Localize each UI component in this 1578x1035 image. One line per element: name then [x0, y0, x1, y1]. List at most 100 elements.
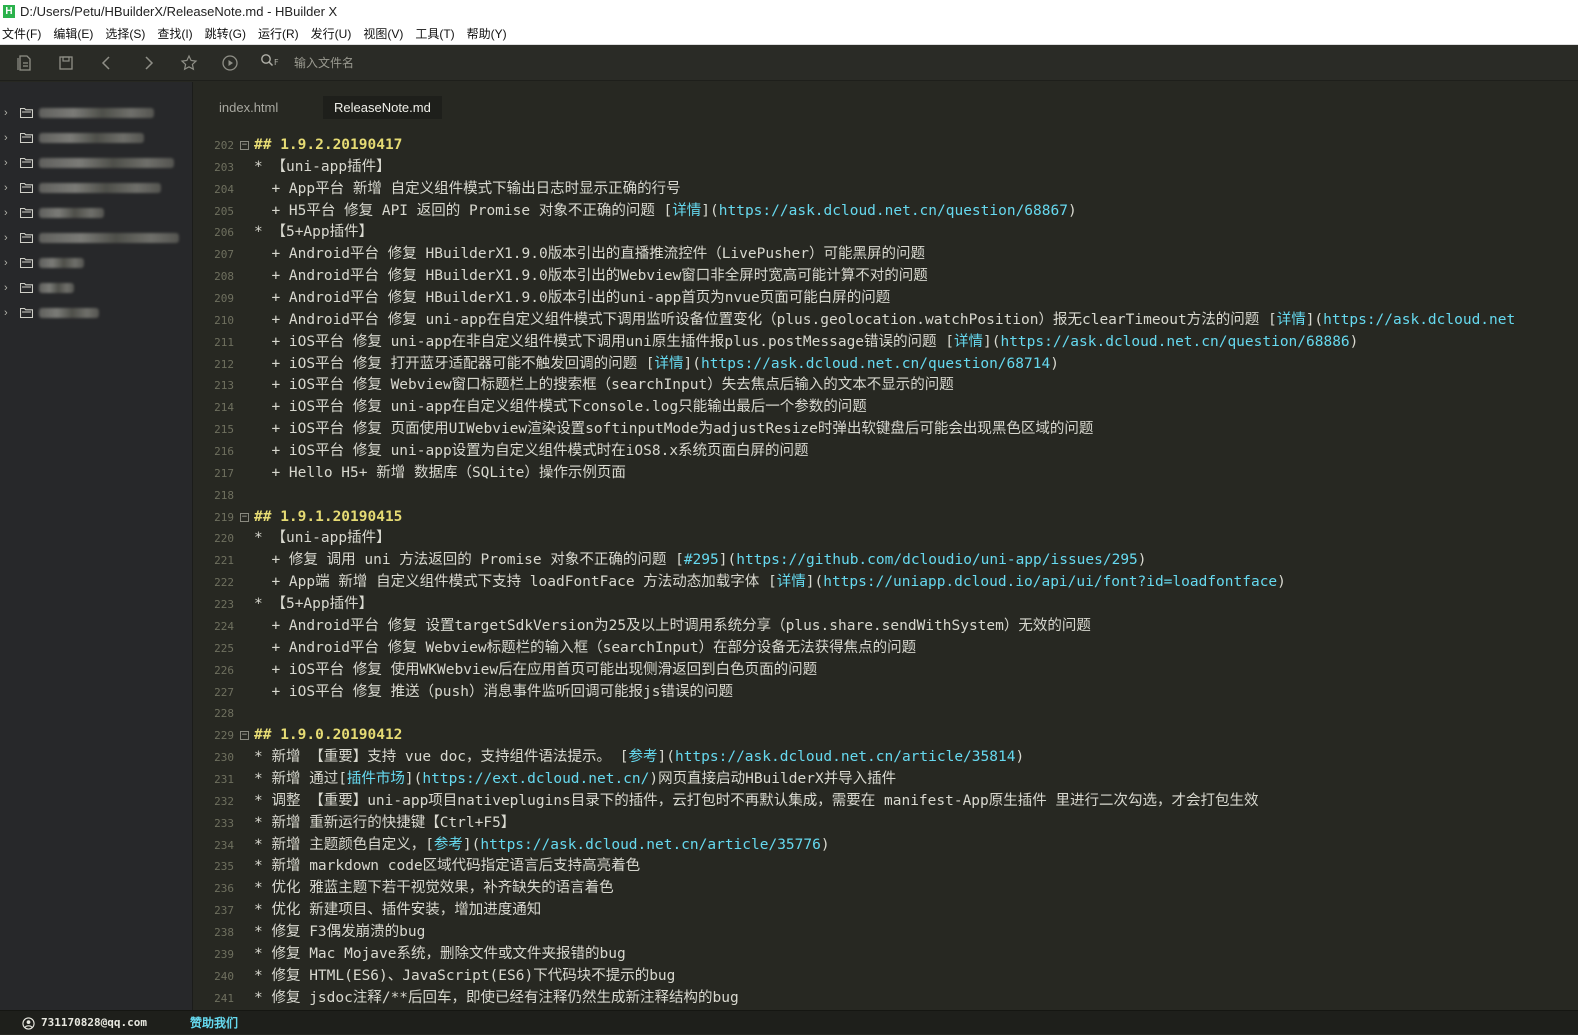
markdown-link-text: 详情: [672, 202, 702, 219]
forward-icon[interactable]: [136, 51, 160, 75]
project-folder[interactable]: ›: [0, 100, 192, 125]
code-line[interactable]: 233 * 新增 重新运行的快捷键【Ctrl+F5】: [194, 813, 1578, 835]
code-line[interactable]: 202− ## 1.9.2.20190417: [194, 135, 1578, 157]
code-line[interactable]: 234 * 新增 主题颜色自定义，[参考](https://ask.dcloud.…: [194, 835, 1578, 857]
code-line[interactable]: 209 + Android平台 修复 HBuilderX1.9.0版本引出的un…: [194, 288, 1578, 310]
code-line[interactable]: 217 + Hello H5+ 新增 数据库（SQLite）操作示例页面: [194, 463, 1578, 485]
bookmark-star-icon[interactable]: [177, 51, 201, 75]
run-icon[interactable]: [218, 51, 242, 75]
code-line[interactable]: 215 + iOS平台 修复 页面使用UIWebview渲染设置softinpu…: [194, 419, 1578, 441]
line-text: + iOS平台 修复 使用WKWebview后在应用首页可能出现侧滑返回到白色页…: [254, 660, 817, 682]
code-line[interactable]: 236 * 优化 雅蓝主题下若干视觉效果，补齐缺失的语言着色: [194, 878, 1578, 900]
code-line[interactable]: 241 * 修复 jsdoc注释/**后回车，即使已经有注释仍然生成新注释结构的b…: [194, 988, 1578, 1010]
hbuilder-logo-icon: H: [3, 5, 15, 18]
tab-index-html[interactable]: index.html: [208, 96, 289, 119]
code-line[interactable]: 211 + iOS平台 修复 uni-app在非自定义组件模式下调用uni原生插…: [194, 332, 1578, 354]
code-line[interactable]: 213 + iOS平台 修复 Webview窗口标题栏上的搜索框（searchI…: [194, 375, 1578, 397]
tab-releasenote-md[interactable]: ReleaseNote.md: [323, 96, 442, 119]
code-editor[interactable]: 202− ## 1.9.2.20190417 203 * 【uni-app插件】 204…: [194, 124, 1578, 1010]
line-number: 216: [214, 445, 234, 459]
line-text: + App端 新增 自定义组件模式下支持 loadFontFace 方法动态加载…: [254, 572, 1285, 594]
chevron-right-icon[interactable]: ›: [4, 207, 16, 219]
code-line[interactable]: 207 + Android平台 修复 HBuilderX1.9.0版本引出的直播…: [194, 244, 1578, 266]
code-line[interactable]: 228: [194, 703, 1578, 725]
code-line[interactable]: 235 * 新增 markdown code区域代码指定语言后支持高亮着色: [194, 856, 1578, 878]
text-segment: + iOS平台 修复 使用WKWebview后在应用首页可能出现侧滑返回到白色页…: [254, 661, 818, 678]
chevron-right-icon[interactable]: ›: [4, 282, 16, 294]
project-folder[interactable]: ›: [0, 200, 192, 225]
fold-toggle-icon[interactable]: −: [240, 512, 249, 522]
code-line[interactable]: 219− ## 1.9.1.20190415: [194, 507, 1578, 529]
menu-item[interactable]: 文件(F): [0, 23, 49, 44]
chevron-right-icon[interactable]: ›: [4, 182, 16, 194]
fold-toggle-icon[interactable]: −: [240, 731, 249, 741]
file-search-icon[interactable]: F: [260, 53, 282, 72]
project-folder[interactable]: ›: [0, 250, 192, 275]
menu-item[interactable]: 查找(I): [155, 23, 200, 44]
chevron-right-icon[interactable]: ›: [4, 107, 16, 119]
menu-item[interactable]: 工具(T): [413, 23, 462, 44]
save-icon[interactable]: [54, 51, 78, 75]
code-line[interactable]: 237 * 优化 新建项目、插件安装，增加进度通知: [194, 900, 1578, 922]
code-line[interactable]: 206 * 【5+App插件】: [194, 222, 1578, 244]
markdown-link-url: https://ask.dcloud.net.cn/question/68714: [701, 355, 1051, 372]
code-line[interactable]: 218: [194, 485, 1578, 507]
file-search-input[interactable]: [292, 54, 692, 71]
back-icon[interactable]: [95, 51, 119, 75]
code-line[interactable]: 216 + iOS平台 修复 uni-app设置为自定义组件模式时在iOS8.x…: [194, 441, 1578, 463]
code-line[interactable]: 223 * 【5+App插件】: [194, 594, 1578, 616]
code-line[interactable]: 222 + App端 新增 自定义组件模式下支持 loadFontFace 方法…: [194, 572, 1578, 594]
line-text: ## 1.9.0.20190412: [254, 725, 402, 747]
line-text: + H5平台 修复 API 返回的 Promise 对象不正确的问题 [详情](…: [254, 201, 1076, 223]
code-line[interactable]: 229− ## 1.9.0.20190412: [194, 725, 1578, 747]
line-number: 209: [214, 292, 234, 306]
new-file-icon[interactable]: [13, 51, 37, 75]
code-line[interactable]: 204 + App平台 新增 自定义组件模式下输出日志时显示正确的行号: [194, 179, 1578, 201]
menu-item[interactable]: 编辑(E): [51, 23, 101, 44]
project-folder-name: [39, 232, 179, 243]
chevron-right-icon[interactable]: ›: [4, 257, 16, 269]
chevron-right-icon[interactable]: ›: [4, 132, 16, 144]
code-line[interactable]: 239 * 修复 Mac Mojave系统，删除文件或文件夹报错的bug: [194, 944, 1578, 966]
project-folder[interactable]: ›: [0, 125, 192, 150]
code-line[interactable]: 220 * 【uni-app插件】: [194, 528, 1578, 550]
text-segment: * 优化 新建项目、插件安装，增加进度通知: [254, 902, 542, 919]
code-line[interactable]: 238 * 修复 F3偶发崩溃的bug: [194, 922, 1578, 944]
chevron-right-icon[interactable]: ›: [4, 232, 16, 244]
code-line[interactable]: 205 + H5平台 修复 API 返回的 Promise 对象不正确的问题 […: [194, 201, 1578, 223]
fold-toggle-icon[interactable]: −: [240, 141, 249, 150]
line-text: * 优化 雅蓝主题下若干视觉效果，补齐缺失的语言着色: [254, 878, 614, 900]
menu-item[interactable]: 帮助(Y): [465, 23, 515, 44]
project-folder[interactable]: ›: [0, 175, 192, 200]
menu-item[interactable]: 发行(U): [309, 23, 360, 44]
code-line[interactable]: 221 + 修复 调用 uni 方法返回的 Promise 对象不正确的问题 […: [194, 550, 1578, 572]
code-line[interactable]: 203 * 【uni-app插件】: [194, 157, 1578, 179]
code-line[interactable]: 226 + iOS平台 修复 使用WKWebview后在应用首页可能出现侧滑返回…: [194, 660, 1578, 682]
code-line[interactable]: 231 * 新增 通过[插件市场](https://ext.dcloud.net.…: [194, 769, 1578, 791]
menu-item[interactable]: 跳转(G): [203, 23, 254, 44]
code-line[interactable]: 232 * 调整 【重要】uni-app项目nativeplugins目录下的插件…: [194, 791, 1578, 813]
code-line[interactable]: 240 * 修复 HTML(ES6)、JavaScript(ES6)下代码块不提示…: [194, 966, 1578, 988]
project-folder[interactable]: ›: [0, 225, 192, 250]
project-folder[interactable]: ›: [0, 300, 192, 325]
account-status[interactable]: 731170828@qq.com: [22, 1011, 147, 1035]
code-line[interactable]: 208 + Android平台 修复 HBuilderX1.9.0版本引出的We…: [194, 266, 1578, 288]
menu-item[interactable]: 运行(R): [256, 23, 307, 44]
line-number: 213: [214, 379, 234, 393]
menu-item[interactable]: 视图(V): [361, 23, 411, 44]
code-line[interactable]: 224 + Android平台 修复 设置targetSdkVersion为25…: [194, 616, 1578, 638]
code-line[interactable]: 230 * 新增 【重要】支持 vue doc，支持组件语法提示。 [参考](ht…: [194, 747, 1578, 769]
line-number: 217: [214, 466, 234, 480]
sponsor-link[interactable]: 赞助我们: [190, 1011, 238, 1035]
line-text: + iOS平台 修复 Webview窗口标题栏上的搜索框（searchInput…: [254, 375, 953, 397]
code-line[interactable]: 214 + iOS平台 修复 uni-app在自定义组件模式下console.l…: [194, 397, 1578, 419]
chevron-right-icon[interactable]: ›: [4, 307, 16, 319]
chevron-right-icon[interactable]: ›: [4, 157, 16, 169]
project-folder[interactable]: ›: [0, 275, 192, 300]
project-folder[interactable]: ›: [0, 150, 192, 175]
code-line[interactable]: 210 + Android平台 修复 uni-app在自定义组件模式下调用监听设…: [194, 310, 1578, 332]
code-line[interactable]: 227 + iOS平台 修复 推送（push）消息事件监听回调可能报js错误的问…: [194, 682, 1578, 704]
menu-item[interactable]: 选择(S): [103, 23, 153, 44]
code-line[interactable]: 212 + iOS平台 修复 打开蓝牙适配器可能不触发回调的问题 [详情](ht…: [194, 354, 1578, 376]
code-line[interactable]: 225 + Android平台 修复 Webview标题栏的输入框（search…: [194, 638, 1578, 660]
